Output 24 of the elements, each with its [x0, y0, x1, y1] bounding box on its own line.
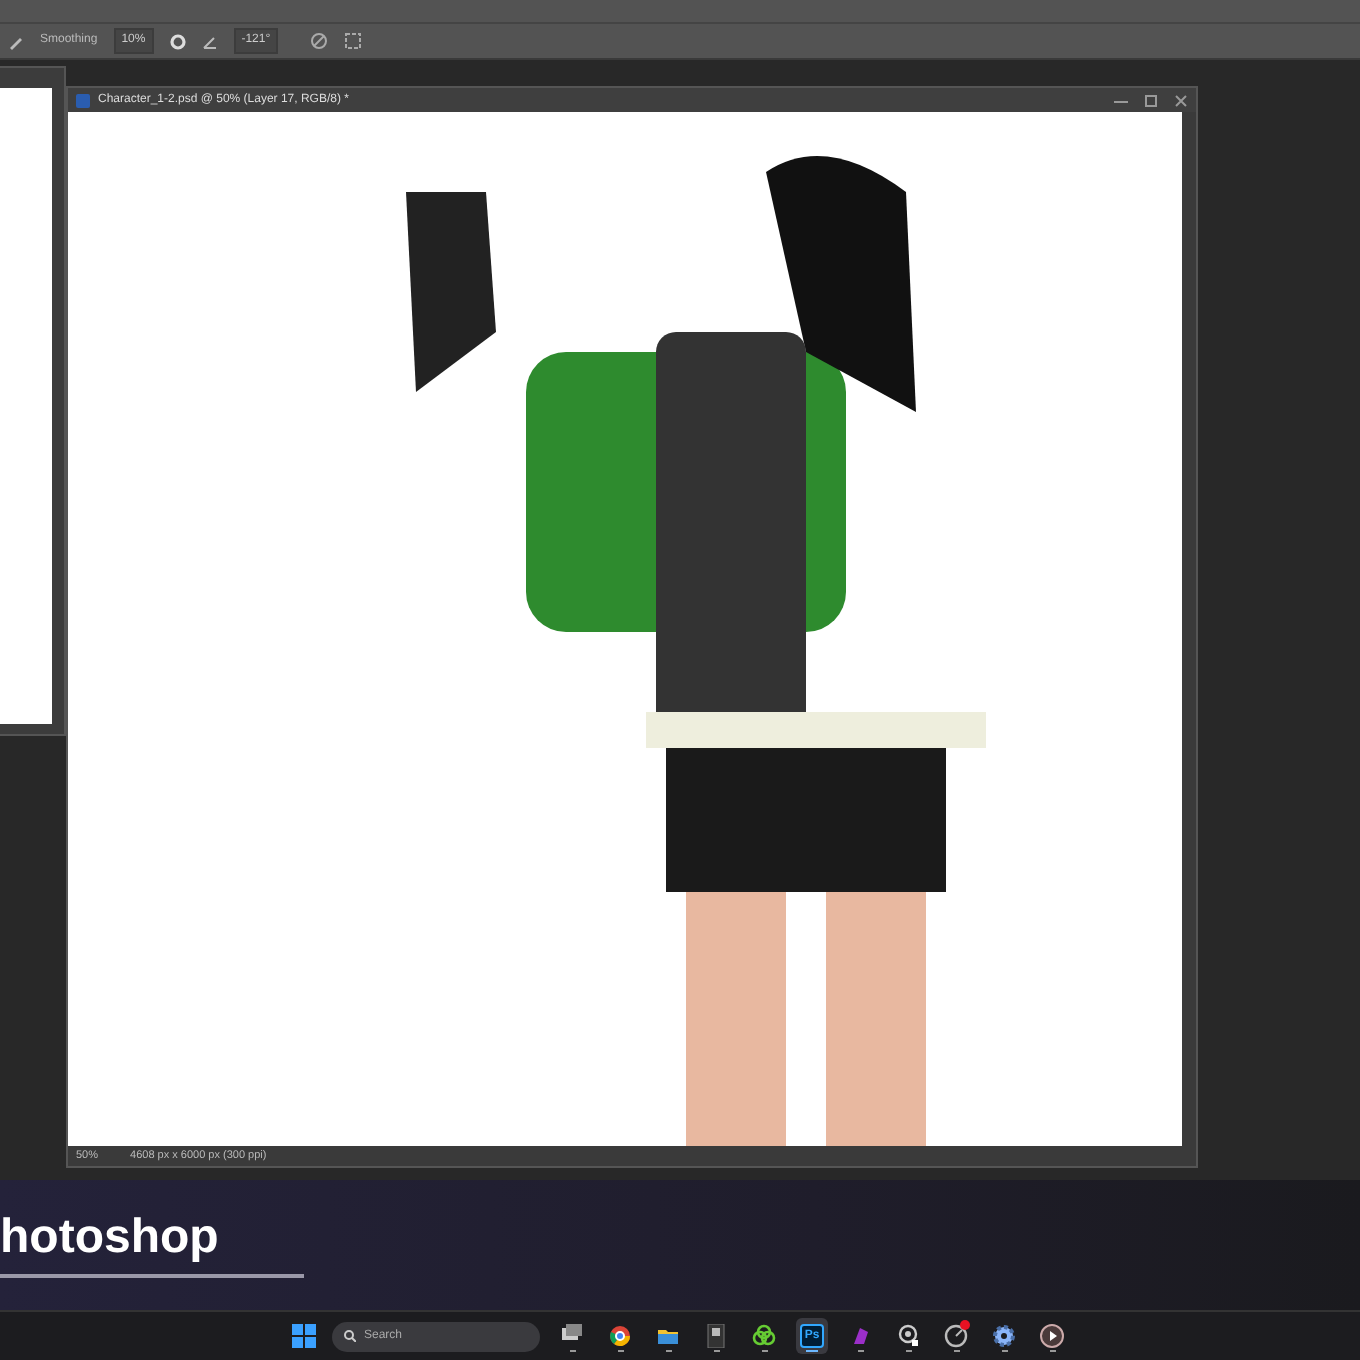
angle-icon [201, 33, 218, 49]
app-icon [848, 1324, 872, 1348]
caption-title: hotoshop [0, 1213, 221, 1261]
close-icon[interactable] [1174, 93, 1188, 107]
play-icon [1040, 1324, 1064, 1348]
rings-icon [752, 1324, 776, 1348]
browser-icon [608, 1324, 632, 1348]
maximize-icon[interactable] [1144, 93, 1158, 107]
launcher-icon [704, 1324, 728, 1348]
folder-icon [656, 1324, 680, 1348]
taskbar-app[interactable] [556, 1318, 588, 1354]
dial-icon [944, 1324, 968, 1348]
pressure-icon[interactable] [310, 32, 329, 50]
settings-icon[interactable] [169, 33, 186, 49]
start-icon[interactable] [292, 1324, 316, 1348]
symmetry-icon[interactable] [344, 32, 363, 50]
taskbar-app[interactable] [1036, 1318, 1068, 1354]
search-icon [344, 1330, 356, 1342]
brush-icon[interactable] [8, 33, 24, 49]
settings-icon [992, 1324, 1016, 1348]
notification-badge [960, 1320, 970, 1330]
ps-file-icon [76, 93, 90, 107]
pin-icon [896, 1324, 920, 1348]
taskbar-app[interactable] [940, 1318, 972, 1354]
